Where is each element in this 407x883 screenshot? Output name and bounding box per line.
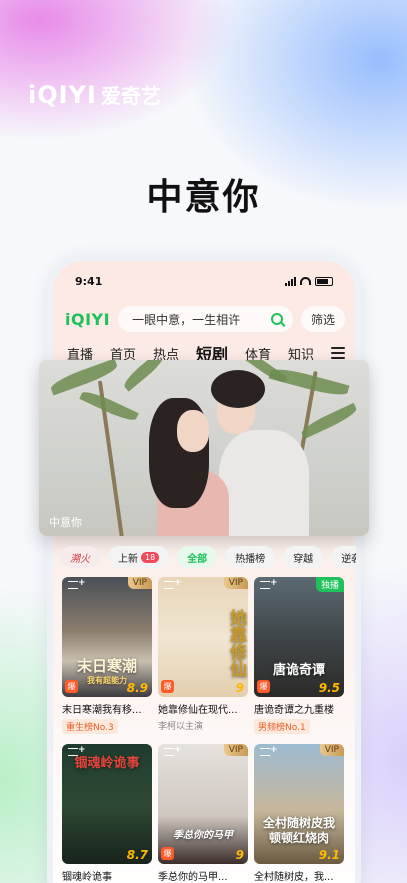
woman-face: [177, 410, 209, 452]
poster-title: 唐诡奇谭: [272, 663, 325, 678]
brand-name-cn: 爱奇艺: [100, 84, 161, 108]
signal-icon: [285, 276, 296, 286]
playlist-icon: [164, 581, 174, 589]
tag-all[interactable]: 全部: [177, 546, 218, 568]
hot-badge: 爆: [65, 680, 78, 693]
score: 9.5: [318, 681, 340, 695]
exclusive-badge: 独播: [315, 577, 344, 592]
card-title: 全村随树皮，我...: [254, 872, 334, 883]
score: 9: [235, 848, 244, 862]
card-title: 季总你的马甲...: [158, 872, 228, 883]
brand-header: iQIYI 爱奇艺: [28, 80, 161, 109]
filter-tags: 溯火 上新18 全部 热播榜 穿越 逆袭: [60, 546, 356, 568]
poster-title: 末日寒潮: [76, 657, 137, 675]
drama-card[interactable]: + VIP 全村随树皮我顿顿红烧肉 9.1 全村随树皮，我...: [254, 744, 344, 883]
wifi-icon: [300, 277, 311, 285]
tag-new[interactable]: 上新 18: [108, 546, 170, 568]
poster: + 独播 唐诡奇谭 爆 9.5: [254, 577, 344, 697]
poster: + VIP 她靠修仙 爆 9: [158, 577, 248, 697]
new-count-badge: 18: [141, 551, 160, 563]
status-time: 9:41: [75, 274, 103, 288]
poster-title: 季总你的马甲: [173, 830, 233, 841]
leaf: [120, 360, 168, 392]
tag-hot-list[interactable]: 热播榜: [225, 546, 276, 568]
score: 8.9: [126, 681, 148, 695]
score: 9.1: [318, 848, 340, 862]
hero-banner[interactable]: 中意你: [39, 360, 369, 536]
rank-label: 重生榜No.3: [62, 719, 118, 734]
filter-button[interactable]: 筛选: [300, 306, 345, 332]
drama-card[interactable]: + 锢魂岭诡事 8.7 锢魂岭诡事: [62, 744, 152, 883]
drama-card[interactable]: + VIP 她靠修仙 爆 9 她靠修仙在现代... 李柯以主演: [158, 577, 248, 732]
leaf: [48, 360, 120, 396]
search-placeholder: 一眼中意，一生相许: [132, 312, 241, 327]
poster: + VIP 全村随树皮我顿顿红烧肉 9.1: [254, 744, 344, 864]
cast-label: 李柯以主演: [158, 722, 204, 732]
poster-title: 锢魂岭诡事: [74, 756, 140, 771]
score: 9: [235, 681, 244, 695]
tag-counterattack[interactable]: 逆袭: [331, 546, 356, 568]
card-title: 唐诡奇谭之九重楼: [254, 705, 334, 716]
search-input[interactable]: 一眼中意，一生相许: [118, 306, 293, 332]
hot-badge: 爆: [161, 680, 174, 693]
tag-time-travel[interactable]: 穿越: [283, 546, 324, 568]
banner-caption: 中意你: [49, 516, 82, 529]
drama-card[interactable]: + VIP 季总你的马甲 爆 9 季总你的马甲...: [158, 744, 248, 883]
card-title: 末日寒潮我有移...: [62, 705, 142, 716]
poster: + VIP 末日寒潮 我有超能力 爆 8.9: [62, 577, 152, 697]
rank-label: 男频榜No.1: [254, 719, 310, 734]
status-bar: 9:41: [53, 261, 355, 301]
iqiyi-logo: iQIYI: [28, 80, 97, 109]
playlist-icon: [260, 748, 270, 756]
menu-icon[interactable]: [331, 347, 345, 359]
playlist-icon: [68, 581, 78, 589]
vip-badge: VIP: [223, 577, 248, 589]
hot-badge: 爆: [257, 680, 270, 693]
battery-icon: [315, 276, 333, 286]
poster-title: 她靠修仙: [226, 609, 246, 677]
vip-badge: VIP: [319, 744, 344, 756]
search-row: iQIYI 一眼中意，一生相许 筛选: [65, 305, 345, 333]
drama-card[interactable]: + 独播 唐诡奇谭 爆 9.5 唐诡奇谭之九重楼 男频榜No.1: [254, 577, 344, 734]
score: 8.7: [126, 848, 148, 862]
card-title: 她靠修仙在现代...: [158, 705, 238, 716]
poster-title: 全村随树皮我顿顿红烧肉: [262, 816, 335, 845]
vip-badge: VIP: [127, 577, 152, 589]
search-icon[interactable]: [270, 313, 283, 325]
leaf: [79, 387, 139, 425]
man-hair: [211, 370, 265, 408]
poster: + 锢魂岭诡事 8.7: [62, 744, 152, 864]
tag-brand-logo[interactable]: 溯火: [60, 546, 100, 568]
poster: + VIP 季总你的马甲 爆 9: [158, 744, 248, 864]
playlist-icon: [164, 748, 174, 756]
app-logo[interactable]: iQIYI: [65, 310, 110, 329]
hot-badge: 爆: [161, 847, 174, 860]
man-figure: [219, 430, 309, 536]
drama-card[interactable]: + VIP 末日寒潮 我有超能力 爆 8.9 末日寒潮我有移... 重生榜No.…: [62, 577, 152, 734]
vip-badge: VIP: [223, 744, 248, 756]
page-headline: 中意你: [146, 177, 261, 218]
card-title: 锢魂岭诡事: [62, 872, 112, 883]
playlist-icon: [260, 581, 270, 589]
